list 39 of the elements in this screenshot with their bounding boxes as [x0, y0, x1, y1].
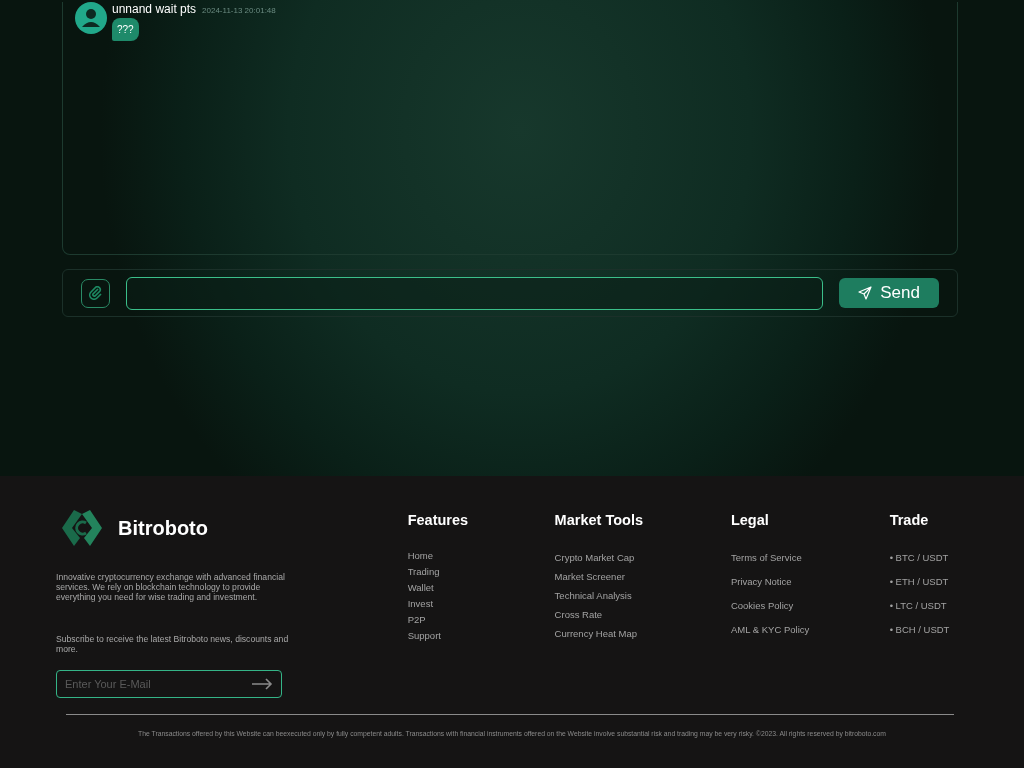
footer-link[interactable]: P2P — [407, 614, 555, 625]
column-title: Features — [407, 512, 470, 528]
logo-icon — [60, 508, 104, 548]
footer-link[interactable]: Cookies Policy — [730, 600, 890, 611]
footer-link[interactable]: Home — [407, 550, 555, 561]
column-title: Legal — [730, 512, 770, 528]
footer-link[interactable]: • BTC / USDT — [889, 552, 968, 563]
description-text: Innovative cryptocurrency exchange with advanced financial services. We rely on blockchain technology to provide everything you need for wise trading and investment. — [56, 572, 286, 602]
send-button[interactable]: Send — [839, 278, 939, 308]
message-time: 2024-11-13 20:01:48 — [202, 6, 276, 15]
footer-link[interactable]: Currency Heat Map — [554, 628, 731, 639]
paperclip-icon — [88, 286, 103, 300]
column-title: Trade — [889, 512, 930, 528]
avatar-icon — [75, 2, 107, 34]
send-icon — [858, 286, 873, 300]
footer-link[interactable]: Invest — [407, 598, 555, 609]
footer-link[interactable]: Wallet — [407, 582, 555, 593]
footer-link[interactable]: Terms of Service — [730, 552, 890, 563]
footer-link[interactable]: AML & KYC Policy — [730, 624, 890, 635]
brand-name: Bitroboto — [118, 516, 208, 540]
footer-link[interactable]: • BCH / USDT — [889, 624, 968, 635]
message-author: unnand wait pts — [112, 2, 197, 16]
footer-link[interactable]: • LTC / USDT — [889, 600, 968, 611]
message-bubble: ??? — [112, 18, 139, 41]
footer-link[interactable]: Technical Analysis — [554, 590, 731, 601]
attach-button[interactable] — [81, 278, 110, 308]
message-field[interactable] — [126, 276, 823, 310]
footer-link[interactable]: Support — [407, 630, 555, 641]
email-field[interactable]: Enter Your E-Mail — [56, 670, 282, 698]
email-field[interactable]: Enter Your E-Mail — [65, 678, 251, 690]
footer-link[interactable]: Trading — [407, 566, 555, 577]
arrow-right-icon[interactable] — [251, 678, 273, 690]
footer-link[interactable]: Market Screener — [554, 571, 731, 582]
subscribe-text: Subscribe to receive the latest Bitroboto news, discounts and more. — [56, 634, 290, 654]
footer-link[interactable]: Cross Rate — [554, 609, 731, 620]
footer-link[interactable]: • ETH / USDT — [889, 576, 968, 587]
footer-link[interactable]: Crypto Market Cap — [554, 552, 731, 563]
footer-link[interactable]: Privacy Notice — [730, 576, 890, 587]
column-title: Market Tools — [554, 512, 644, 528]
